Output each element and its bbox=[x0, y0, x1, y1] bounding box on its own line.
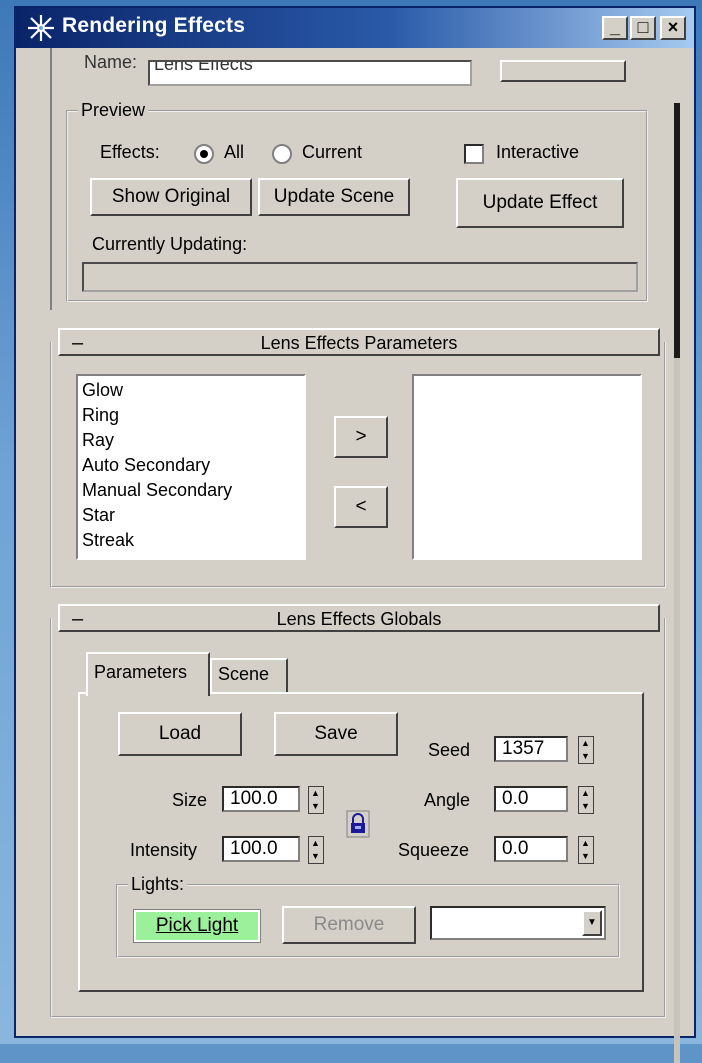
remove-light-button[interactable]: Remove bbox=[282, 906, 416, 944]
minimize-button[interactable]: _ bbox=[602, 16, 628, 40]
maximize-button[interactable]: □ bbox=[630, 16, 656, 40]
update-scene-button[interactable]: Update Scene bbox=[258, 178, 410, 216]
rendering-effects-window: Rendering Effects _ □ × Name: Lens Effec… bbox=[14, 6, 696, 1063]
save-button[interactable]: Save bbox=[274, 712, 398, 756]
radio-current-label[interactable]: Current bbox=[302, 142, 362, 163]
radio-all-label[interactable]: All bbox=[224, 142, 244, 163]
name-side-button[interactable] bbox=[500, 60, 626, 82]
angle-input[interactable]: 0.0 bbox=[494, 786, 568, 812]
lights-dropdown[interactable]: ▼ bbox=[430, 906, 606, 940]
rollout-panel[interactable]: Name: Lens Effects Preview Effects: All … bbox=[16, 48, 694, 1063]
interactive-checkbox[interactable] bbox=[464, 144, 484, 164]
currently-updating-label: Currently Updating: bbox=[92, 234, 248, 254]
size-label: Size bbox=[172, 790, 208, 810]
tab-scene[interactable]: Scene bbox=[210, 658, 288, 692]
list-item[interactable]: Auto Secondary bbox=[82, 453, 300, 478]
panel-scroll-thumb[interactable] bbox=[674, 103, 680, 358]
close-button[interactable]: × bbox=[660, 16, 686, 40]
close-icon: × bbox=[667, 17, 679, 37]
active-effects-list[interactable] bbox=[412, 374, 642, 560]
name-field[interactable]: Lens Effects bbox=[148, 60, 472, 86]
name-label: Name: bbox=[84, 52, 138, 72]
squeeze-spinner[interactable] bbox=[578, 836, 594, 864]
list-item[interactable]: Glow bbox=[82, 378, 300, 403]
tab-parameters[interactable]: Parameters bbox=[86, 652, 210, 696]
radio-all[interactable] bbox=[194, 144, 214, 164]
seed-spinner[interactable] bbox=[578, 736, 594, 764]
angle-label: Angle bbox=[424, 790, 471, 810]
list-item[interactable]: Ring bbox=[82, 403, 300, 428]
maximize-icon: □ bbox=[637, 17, 649, 37]
size-input[interactable]: 100.0 bbox=[222, 786, 300, 812]
intensity-spinner[interactable] bbox=[308, 836, 324, 864]
rollout-edge bbox=[50, 48, 52, 310]
lights-group-label: Lights: bbox=[128, 874, 188, 895]
size-spinner[interactable] bbox=[308, 786, 324, 814]
update-progress-bar bbox=[82, 262, 638, 292]
seed-label: Seed bbox=[428, 740, 471, 760]
add-effect-button[interactable]: > bbox=[334, 416, 388, 458]
starburst-icon bbox=[28, 15, 54, 41]
squeeze-input[interactable]: 0.0 bbox=[494, 836, 568, 862]
panel-scroll-track[interactable] bbox=[674, 358, 680, 1063]
lock-icon[interactable] bbox=[346, 810, 370, 838]
pick-light-button[interactable]: Pick Light bbox=[133, 909, 261, 943]
squeeze-label: Squeeze bbox=[398, 840, 470, 860]
list-item[interactable]: Streak bbox=[82, 528, 300, 553]
radio-current[interactable] bbox=[272, 144, 292, 164]
load-button[interactable]: Load bbox=[118, 712, 242, 756]
title-bar[interactable]: Rendering Effects _ □ × bbox=[16, 8, 694, 48]
angle-spinner[interactable] bbox=[578, 786, 594, 814]
interactive-label[interactable]: Interactive bbox=[496, 142, 579, 163]
window-title: Rendering Effects bbox=[62, 14, 246, 37]
intensity-input[interactable]: 100.0 bbox=[222, 836, 300, 862]
list-item[interactable]: Star bbox=[82, 503, 300, 528]
preview-group-label: Preview bbox=[78, 100, 149, 121]
minimize-icon: _ bbox=[609, 17, 620, 37]
available-effects-list[interactable]: Glow Ring Ray Auto Secondary Manual Seco… bbox=[76, 374, 306, 560]
effects-label: Effects: bbox=[100, 142, 160, 162]
chevron-down-icon[interactable]: ▼ bbox=[582, 910, 602, 936]
show-original-button[interactable]: Show Original bbox=[90, 178, 252, 216]
list-item[interactable]: Ray bbox=[82, 428, 300, 453]
seed-input[interactable]: 1357 bbox=[494, 736, 568, 762]
list-item[interactable]: Manual Secondary bbox=[82, 478, 300, 503]
update-effect-button[interactable]: Update Effect bbox=[456, 178, 624, 228]
remove-effect-button[interactable]: < bbox=[334, 486, 388, 528]
intensity-label: Intensity bbox=[130, 840, 198, 860]
